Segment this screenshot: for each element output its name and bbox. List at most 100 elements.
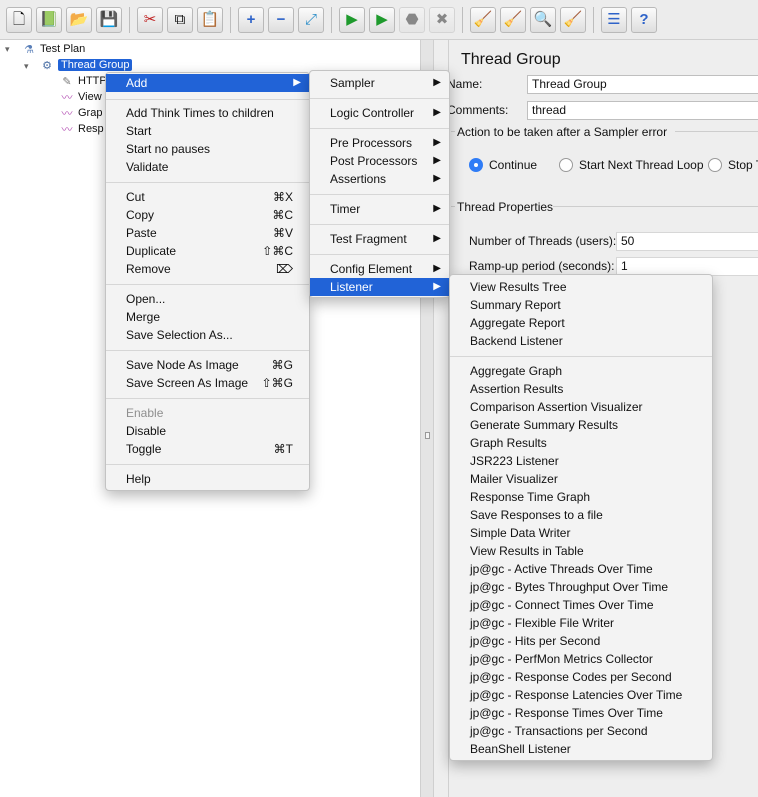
menu-item-pre-processors[interactable]: Pre Processors ▶ xyxy=(310,134,449,152)
menu-item-label: Cut xyxy=(126,190,145,204)
menu-item-jp-gc-response-latencies-over-time[interactable]: jp@gc - Response Latencies Over Time xyxy=(450,686,712,704)
menu-item-jp-gc-perfmon-metrics-collector[interactable]: jp@gc - PerfMon Metrics Collector xyxy=(450,650,712,668)
rampup-label: Ramp-up period (seconds): xyxy=(469,259,615,273)
menu-item-comparison-assertion-visualizer[interactable]: Comparison Assertion Visualizer xyxy=(450,398,712,416)
menu-item-view-results-tree[interactable]: View Results Tree xyxy=(450,278,712,296)
tree-node-label: HTTP xyxy=(78,75,107,87)
menu-item-timer[interactable]: Timer ▶ xyxy=(310,200,449,218)
menu-item-validate[interactable]: Validate xyxy=(106,158,309,176)
menu-item-post-processors[interactable]: Post Processors ▶ xyxy=(310,152,449,170)
delete-key-icon: ⌦ xyxy=(276,262,293,276)
menu-item-jp-gc-connect-times-over-time[interactable]: jp@gc - Connect Times Over Time xyxy=(450,596,712,614)
menu-item-label: Pre Processors xyxy=(330,136,413,150)
submenu-arrow-icon: ▶ xyxy=(433,263,441,274)
menu-item-toggle[interactable]: Toggle ⌘T xyxy=(106,440,309,458)
menu-item-summary-report[interactable]: Summary Report xyxy=(450,296,712,314)
open-folder-button[interactable]: 📂 xyxy=(66,6,92,33)
tree-node-label: Thread Group xyxy=(58,59,133,71)
menu-item-jp-gc-transactions-per-second[interactable]: jp@gc - Transactions per Second xyxy=(450,722,712,740)
menu-separator xyxy=(106,182,309,183)
expand-button[interactable]: + xyxy=(238,6,264,33)
menu-item-assertion-results[interactable]: Assertion Results xyxy=(450,380,712,398)
menu-item-graph-results[interactable]: Graph Results xyxy=(450,434,712,452)
menu-item-beanshell-listener[interactable]: BeanShell Listener xyxy=(450,740,712,758)
name-field[interactable]: Thread Group xyxy=(527,75,758,94)
tree-node-test-plan[interactable]: ⚗ Test Plan xyxy=(22,41,85,57)
submenu-arrow-icon: ▶ xyxy=(433,203,441,214)
menu-item-listener[interactable]: Listener ▶ xyxy=(310,278,449,296)
menu-item-jp-gc-flexible-file-writer[interactable]: jp@gc - Flexible File Writer xyxy=(450,614,712,632)
menu-item-jp-gc-active-threads-over-time[interactable]: jp@gc - Active Threads Over Time xyxy=(450,560,712,578)
tree-node-response-time[interactable]: 〰 Resp xyxy=(60,121,104,137)
stop-button[interactable]: ⬣ xyxy=(399,6,425,33)
collapse-button[interactable]: − xyxy=(268,6,294,33)
menu-item-add[interactable]: Add ▶ xyxy=(106,74,309,92)
menu-item-backend-listener[interactable]: Backend Listener xyxy=(450,332,712,350)
comments-field[interactable]: thread xyxy=(527,101,758,120)
save-button[interactable]: 💾 xyxy=(96,6,122,33)
radio-stop-thread[interactable] xyxy=(708,158,722,172)
menu-item-jp-gc-hits-per-second[interactable]: jp@gc - Hits per Second xyxy=(450,632,712,650)
function-helper-button[interactable]: ☰ xyxy=(601,6,627,33)
paste-button[interactable]: 📋 xyxy=(197,6,223,33)
menu-item-jp-gc-bytes-throughput-over-time[interactable]: jp@gc - Bytes Throughput Over Time xyxy=(450,578,712,596)
reset-search-icon: 🧹 xyxy=(563,11,583,28)
start-button[interactable]: ▶ xyxy=(339,6,365,33)
menu-item-assertions[interactable]: Assertions ▶ xyxy=(310,170,449,188)
menu-item-sampler[interactable]: Sampler ▶ xyxy=(310,74,449,92)
menu-item-help[interactable]: Help xyxy=(106,470,309,488)
help-button[interactable]: ? xyxy=(631,6,657,33)
copy-button[interactable]: ⧉ xyxy=(167,6,193,33)
menu-item-add-think-times[interactable]: Add Think Times to children xyxy=(106,104,309,122)
menu-item-aggregate-report[interactable]: Aggregate Report xyxy=(450,314,712,332)
menu-item-copy[interactable]: Copy ⌘C xyxy=(106,206,309,224)
radio-continue[interactable] xyxy=(469,158,483,172)
menu-item-jp-gc-response-times-over-time[interactable]: jp@gc - Response Times Over Time xyxy=(450,704,712,722)
clear-all-button[interactable]: 🧹 xyxy=(500,6,526,33)
num-threads-field[interactable]: 50 xyxy=(616,232,758,251)
shutdown-button[interactable]: ✖ xyxy=(429,6,455,33)
menu-item-config-element[interactable]: Config Element ▶ xyxy=(310,260,449,278)
menu-item-remove[interactable]: Remove ⌦ xyxy=(106,260,309,278)
group-border xyxy=(451,206,455,207)
start-no-pauses-button[interactable]: ▶ xyxy=(369,6,395,33)
menu-item-save-selection-as[interactable]: Save Selection As... xyxy=(106,326,309,344)
reset-search-button[interactable]: 🧹 xyxy=(560,6,586,33)
divider-grip-icon[interactable] xyxy=(425,432,430,439)
new-file-button[interactable]: 🗋 xyxy=(6,6,32,33)
menu-item-save-responses-to-a-file[interactable]: Save Responses to a file xyxy=(450,506,712,524)
toggle-button[interactable]: ⤢ xyxy=(298,6,324,33)
menu-item-save-screen-as-image[interactable]: Save Screen As Image ⇧⌘G xyxy=(106,374,309,392)
menu-item-cut[interactable]: Cut ⌘X xyxy=(106,188,309,206)
menu-item-start-no-pauses[interactable]: Start no pauses xyxy=(106,140,309,158)
menu-item-start[interactable]: Start xyxy=(106,122,309,140)
menu-item-save-node-as-image[interactable]: Save Node As Image ⌘G xyxy=(106,356,309,374)
cut-button[interactable]: ✂ xyxy=(137,6,163,33)
menu-item-paste[interactable]: Paste ⌘V xyxy=(106,224,309,242)
menu-item-disable[interactable]: Disable xyxy=(106,422,309,440)
menu-item-logic-controller[interactable]: Logic Controller ▶ xyxy=(310,104,449,122)
menu-item-view-results-in-table[interactable]: View Results in Table xyxy=(450,542,712,560)
tree-node-thread-group[interactable]: ⚙ Thread Group xyxy=(40,57,133,73)
clear-button[interactable]: 🧹 xyxy=(470,6,496,33)
templates-button[interactable]: 📗 xyxy=(36,6,62,33)
menu-item-jsr223-listener[interactable]: JSR223 Listener xyxy=(450,452,712,470)
tree-node-graph-results[interactable]: 〰 Grap xyxy=(60,105,103,121)
collapse-toggle-icon[interactable]: ▾ xyxy=(24,61,29,72)
menu-item-open[interactable]: Open... xyxy=(106,290,309,308)
menu-item-generate-summary-results[interactable]: Generate Summary Results xyxy=(450,416,712,434)
menu-item-merge[interactable]: Merge xyxy=(106,308,309,326)
radio-start-next-loop[interactable] xyxy=(559,158,573,172)
search-button[interactable]: 🔍 xyxy=(530,6,556,33)
menu-item-aggregate-graph[interactable]: Aggregate Graph xyxy=(450,362,712,380)
gear-icon: ⚙ xyxy=(42,59,52,72)
menu-item-mailer-visualizer[interactable]: Mailer Visualizer xyxy=(450,470,712,488)
menu-item-test-fragment[interactable]: Test Fragment ▶ xyxy=(310,230,449,248)
tree-node-http-request[interactable]: ✎ HTTP xyxy=(60,73,107,89)
collapse-toggle-icon[interactable]: ▾ xyxy=(5,44,10,55)
menu-item-response-time-graph[interactable]: Response Time Graph xyxy=(450,488,712,506)
tree-node-view-results[interactable]: 〰 View xyxy=(60,89,102,105)
menu-item-duplicate[interactable]: Duplicate ⇧⌘C xyxy=(106,242,309,260)
menu-item-simple-data-writer[interactable]: Simple Data Writer xyxy=(450,524,712,542)
menu-item-jp-gc-response-codes-per-second[interactable]: jp@gc - Response Codes per Second xyxy=(450,668,712,686)
